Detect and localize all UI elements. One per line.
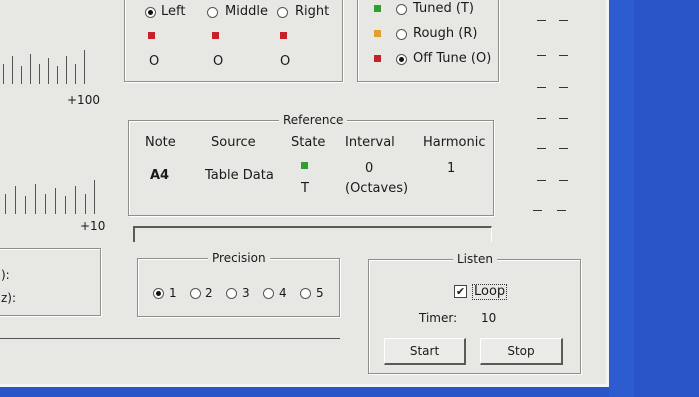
- desktop-edge: [609, 0, 634, 397]
- precision-label-3: 3: [242, 286, 250, 300]
- scale-top-label: +100: [67, 93, 100, 107]
- stop-button[interactable]: Stop: [480, 338, 563, 365]
- state-color-icon: [301, 162, 308, 169]
- tuned-color-icon: [374, 5, 381, 12]
- listen-title: Listen: [453, 251, 497, 267]
- precision-radio-5[interactable]: [300, 288, 311, 299]
- left-marker: [148, 32, 155, 39]
- precision-radio-4[interactable]: [263, 288, 274, 299]
- radio-tuned[interactable]: [396, 4, 407, 15]
- left-bottom-divider: [0, 338, 340, 339]
- radio-right-label: Right: [295, 4, 330, 19]
- radio-rough[interactable]: [396, 29, 407, 40]
- header-note: Note: [145, 135, 176, 150]
- off-tune-color-icon: [374, 55, 381, 62]
- radio-rough-label: Rough (R): [413, 26, 478, 41]
- left-info-label-1: ):: [1, 268, 10, 282]
- precision-label-1: 1: [169, 286, 177, 300]
- radio-left-label: Left: [161, 4, 186, 19]
- left-info-label-2: z):: [1, 291, 17, 305]
- radio-middle[interactable]: [207, 7, 218, 18]
- loop-checkbox[interactable]: ✔: [454, 285, 467, 298]
- scale-bottom-ticks: [0, 180, 100, 214]
- precision-title: Precision: [208, 250, 270, 266]
- header-source: Source: [211, 135, 256, 150]
- precision-radio-3[interactable]: [226, 288, 237, 299]
- source-value: Table Data: [205, 168, 274, 183]
- precision-label-4: 4: [279, 286, 287, 300]
- interval-value: 0: [365, 161, 374, 176]
- harmonic-value: 1: [447, 161, 456, 176]
- precision-radio-1[interactable]: [153, 288, 164, 299]
- tuner-window: Left Middle Right O O O Tuned (T) Rough …: [0, 0, 609, 387]
- precision-label-2: 2: [205, 286, 213, 300]
- loop-label[interactable]: Loop: [472, 284, 508, 300]
- start-button[interactable]: Start: [384, 338, 466, 365]
- level-bar-frame: [133, 226, 492, 242]
- header-harmonic: Harmonic: [423, 135, 486, 150]
- status-group: Tuned (T) Rough (R) Off Tune (O): [357, 0, 499, 82]
- timer-value: 10: [481, 311, 497, 325]
- radio-tuned-label: Tuned (T): [413, 1, 474, 16]
- listen-group: Listen ✔ Loop Timer: 10 Start Stop: [368, 251, 581, 374]
- timer-label: Timer:: [419, 311, 458, 325]
- rough-color-icon: [374, 30, 381, 37]
- radio-off-tune[interactable]: [396, 54, 407, 65]
- middle-value: O: [213, 54, 224, 69]
- right-marker: [280, 32, 287, 39]
- header-state: State: [291, 135, 326, 150]
- left-value: O: [149, 54, 160, 69]
- right-value: O: [280, 54, 291, 69]
- header-interval: Interval: [345, 135, 395, 150]
- radio-right[interactable]: [277, 7, 288, 18]
- radio-middle-label: Middle: [225, 4, 268, 19]
- note-value: A4: [150, 168, 170, 183]
- interval-unit: (Octaves): [345, 181, 409, 196]
- reference-title: Reference: [279, 112, 348, 128]
- middle-marker: [212, 32, 219, 39]
- precision-group: Precision 1 2 3 4 5: [137, 250, 340, 317]
- left-info-panel: ): z):: [0, 248, 101, 316]
- radio-left[interactable]: [145, 7, 156, 18]
- precision-radio-2[interactable]: [190, 288, 201, 299]
- scale-bottom-label: +10: [80, 219, 106, 233]
- precision-label-5: 5: [316, 286, 324, 300]
- check-mark-icon: ✔: [455, 285, 466, 298]
- scale-top-ticks: [0, 50, 90, 84]
- position-group: Left Middle Right O O O: [124, 0, 343, 82]
- state-value: T: [301, 181, 309, 196]
- reference-group: Reference Note Source State Interval Har…: [128, 112, 494, 216]
- radio-off-tune-label: Off Tune (O): [413, 51, 492, 66]
